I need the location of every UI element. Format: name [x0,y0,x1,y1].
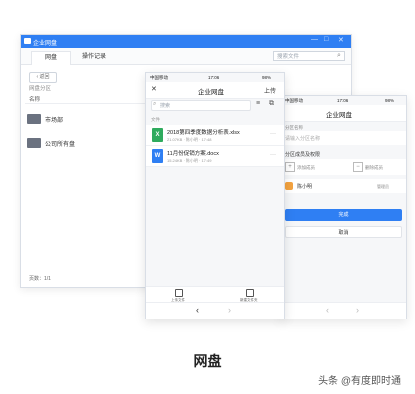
new-folder-icon[interactable] [246,289,254,297]
title-bar: 企业网盘 — □ ✕ [21,35,351,48]
nav-title: 企业网盘 [326,112,352,119]
nav-bar: ✕ 企业网盘 上传 [146,82,284,99]
chevron-left-icon: ‹ [36,74,39,80]
search-icon: ⌕ [153,101,157,107]
back-label: 返回 [39,74,50,80]
folder-name: 市场部 [45,118,64,124]
browser-nav: ‹ › [281,302,406,319]
status-time: 17:06 [337,98,349,103]
cancel-button[interactable]: 取消 [285,226,402,238]
status-time: 17:06 [208,75,220,80]
confirm-button[interactable]: 完成 [285,209,402,221]
tab-netdisk[interactable]: 网盘 [31,51,71,65]
back-icon[interactable]: ‹ [196,305,199,315]
member-role[interactable]: 管理员 [377,184,389,190]
phone-create-partition: 中国移动 17:06 98% 企业网盘 分区名称 请输入分区名称 分区成员及权限… [280,95,407,319]
member-row[interactable]: 陈小明 管理员 [281,179,406,193]
forward-icon[interactable]: › [356,305,359,315]
upload-file-icon[interactable] [175,289,183,297]
minimize-button[interactable]: — [311,36,318,43]
word-file-icon: W [152,149,163,163]
add-member-icon[interactable]: + [285,162,295,172]
more-icon[interactable]: ··· [270,131,276,137]
more-icon[interactable]: ··· [270,152,276,158]
folder-icon [27,138,41,148]
sort-icon[interactable]: ≡ [256,100,260,107]
add-member-label[interactable]: 添加成员 [297,165,315,171]
file-name: 2018第四季度数据分析表.xlsx [167,130,240,136]
remove-member-icon[interactable]: − [353,162,363,172]
back-button[interactable]: ‹ 返回 [29,72,57,83]
caption: 网盘 [193,353,222,369]
folder-name: 公司所有盘 [45,142,76,148]
file-meta: 15.24KB · 陈小明 · 17:49 [167,158,212,163]
close-button[interactable]: ✕ [338,36,344,44]
members-label: 分区成员及权限 [285,152,321,158]
excel-file-icon: X [152,128,163,142]
tab-operation-log[interactable]: 操作记录 [75,51,113,64]
file-meta: 21.07KB · 陈小明 · 17:48 [167,137,212,142]
member-name: 陈小明 [297,184,313,190]
partition-name-field[interactable]: 请输入分区名称 [281,131,406,145]
browser-nav: ‹ › [146,302,284,319]
battery-text: 98% [262,75,272,80]
app-icon [24,38,31,44]
phone-file-list: 中国移动 17:06 98% ✕ 企业网盘 上传 搜索 ⌕ ≡ ⧉ 文件 X 2… [145,72,285,319]
section-label: 文件 [151,117,160,122]
field-placeholder: 请输入分区名称 [285,136,321,142]
bottom-toolbar: 上传文件 新建文件夹 [146,286,284,303]
forward-icon[interactable]: › [228,305,231,315]
folder-row[interactable]: 市场部 [27,112,145,126]
maximize-button[interactable]: □ [324,36,328,43]
grid-view-icon[interactable]: ⧉ [269,100,274,108]
member-actions: + 添加成员 − 删除成员 [281,159,406,175]
watermark: 头条 @有度即时通 [318,376,401,387]
avatar [285,182,293,190]
search-placeholder: 搜索 [160,103,171,109]
search-input[interactable]: 搜索文件 [273,51,345,61]
nav-bar: 企业网盘 [281,105,406,122]
search-icon[interactable]: ⌕ [337,52,341,60]
close-icon[interactable]: ✕ [151,85,157,93]
divider [25,103,145,104]
file-name: 11月份促销方案.docx [167,151,219,157]
search-input[interactable]: 搜索 [151,100,251,111]
battery-text: 98% [385,98,395,103]
window-title: 企业网盘 [33,41,58,47]
breadcrumb: 网盘分区 [29,86,52,92]
nav-title: 企业网盘 [198,89,224,96]
upload-button[interactable]: 上传 [264,86,276,95]
folder-icon [27,114,41,124]
back-icon[interactable]: ‹ [326,305,329,315]
pager-text: 页数：1/1 [29,276,51,282]
carrier-text: 中国移动 [150,75,168,80]
folder-row[interactable]: 公司所有盘 [27,136,145,150]
file-row[interactable]: W 11月份促销方案.docx 15.24KB · 陈小明 · 17:49 ··… [146,146,284,167]
column-header-name: 名称 [29,97,41,103]
remove-member-label[interactable]: 删除成员 [365,165,383,171]
tab-bar: 网盘 操作记录 搜索文件 ⌕ [21,48,351,65]
file-row[interactable]: X 2018第四季度数据分析表.xlsx 21.07KB · 陈小明 · 17:… [146,125,284,146]
carrier-text: 中国移动 [285,98,303,103]
